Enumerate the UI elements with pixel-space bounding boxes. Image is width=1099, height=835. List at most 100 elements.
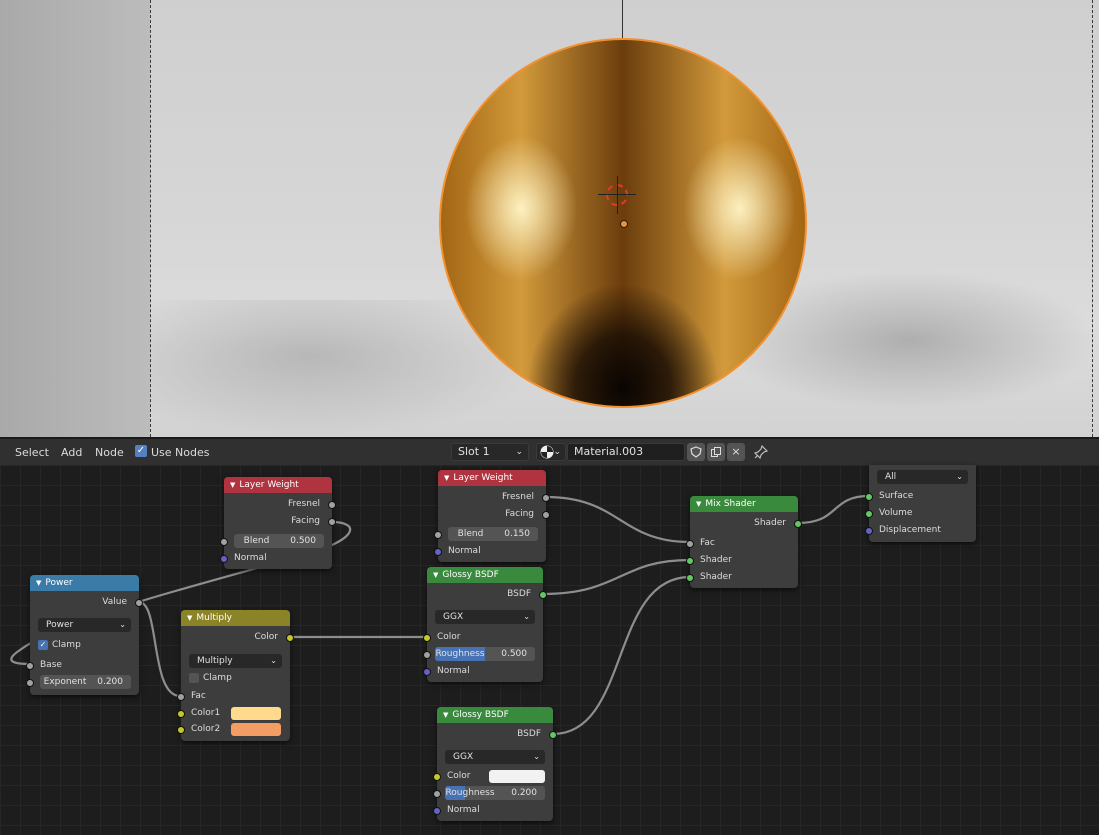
socket-dot[interactable] xyxy=(549,731,557,739)
node-glossy-bsdf-2[interactable]: ▼ Glossy BSDF BSDF GGX ⌄ Color Roughness 0.… xyxy=(433,707,557,821)
collapse-triangle-icon[interactable]: ▼ xyxy=(444,474,449,482)
roughness-slider[interactable]: Roughness 0.500 xyxy=(435,647,535,661)
output-value: Value xyxy=(30,594,143,610)
use-nodes-label[interactable]: Use Nodes xyxy=(151,446,210,459)
roughness-slider[interactable]: Roughness 0.200 xyxy=(445,786,545,800)
unlink-material-button[interactable]: × xyxy=(727,443,745,461)
socket-dot[interactable] xyxy=(542,511,550,519)
node-glossy-bsdf-1[interactable]: ▼ Glossy BSDF BSDF GGX ⌄ Color Roughness 0.… xyxy=(423,567,547,682)
node-mix-shader[interactable]: ▼ Mix Shader Shader Fac Shader Shader xyxy=(686,496,802,588)
node-header[interactable]: ▼ Layer Weight xyxy=(224,477,332,493)
socket-dot[interactable] xyxy=(539,591,547,599)
slot-dropdown[interactable]: Slot 1 ⌄ xyxy=(451,443,529,461)
color1-swatch[interactable] xyxy=(231,707,281,720)
socket-dot[interactable] xyxy=(286,634,294,642)
socket-dot[interactable] xyxy=(433,807,441,815)
operation-dropdown[interactable]: Power ⌄ xyxy=(38,618,131,632)
collapse-triangle-icon[interactable]: ▼ xyxy=(433,571,438,579)
output-bsdf: BSDF xyxy=(437,726,557,742)
socket-dot[interactable] xyxy=(26,662,34,670)
chevron-down-icon: ⌄ xyxy=(533,752,540,761)
target-dropdown[interactable]: All ⌄ xyxy=(877,470,968,484)
socket-dot[interactable] xyxy=(433,773,441,781)
socket-label: BSDF xyxy=(517,729,541,739)
distribution-dropdown[interactable]: GGX ⌄ xyxy=(445,750,545,764)
duplicate-material-button[interactable] xyxy=(707,443,725,461)
collapse-triangle-icon[interactable]: ▼ xyxy=(696,500,701,508)
color2-swatch[interactable] xyxy=(231,723,281,736)
blend-slider[interactable]: Blend 0.150 xyxy=(448,527,538,541)
socket-dot[interactable] xyxy=(177,710,185,718)
node-menu[interactable]: Node xyxy=(95,446,124,459)
node-title: Layer Weight xyxy=(239,480,299,490)
select-menu[interactable]: Select xyxy=(15,446,49,459)
node-layer-weight-1[interactable]: ▼ Layer Weight Fresnel Facing Blend 0.500 … xyxy=(220,477,336,569)
socket-dot[interactable] xyxy=(220,538,228,546)
collapse-triangle-icon[interactable]: ▼ xyxy=(187,614,192,622)
collapse-triangle-icon[interactable]: ▼ xyxy=(443,711,448,719)
add-menu[interactable]: Add xyxy=(61,446,82,459)
node-header[interactable]: ▼ Power xyxy=(30,575,139,591)
node-material-output[interactable]: All ⌄ Surface Volume Displacement xyxy=(865,465,976,542)
3d-viewport[interactable] xyxy=(0,0,1099,437)
socket-dot[interactable] xyxy=(328,501,336,509)
node-header[interactable]: ▼ Glossy BSDF xyxy=(437,707,553,723)
exponent-slider[interactable]: Exponent 0.200 xyxy=(40,675,131,689)
node-editor-header: Select Add Node ✓ Use Nodes Slot 1 ⌄ ⌄ M… xyxy=(0,437,1099,465)
socket-dot[interactable] xyxy=(865,493,873,501)
output-bsdf: BSDF xyxy=(427,586,547,602)
slot-value: Slot 1 xyxy=(458,445,490,458)
socket-dot[interactable] xyxy=(434,548,442,556)
use-nodes-checkbox-icon[interactable]: ✓ xyxy=(135,445,147,457)
node-power[interactable]: ▼ Power Value Power ⌄ ✓ Clamp Base Exponent… xyxy=(26,575,143,695)
object-origin-point[interactable] xyxy=(620,220,628,228)
clamp-row[interactable]: Clamp xyxy=(181,670,290,686)
3d-cursor-icon[interactable] xyxy=(598,176,636,214)
socket-dot[interactable] xyxy=(135,599,143,607)
collapse-triangle-icon[interactable]: ▼ xyxy=(36,579,41,587)
socket-dot[interactable] xyxy=(26,679,34,687)
socket-dot[interactable] xyxy=(542,494,550,502)
slider-label: Blend xyxy=(457,529,484,539)
socket-dot[interactable] xyxy=(177,693,185,701)
node-header[interactable]: ▼ Mix Shader xyxy=(690,496,798,512)
distribution-dropdown[interactable]: GGX ⌄ xyxy=(435,610,535,624)
pin-button[interactable] xyxy=(752,443,770,461)
socket-dot[interactable] xyxy=(433,790,441,798)
socket-dot[interactable] xyxy=(423,668,431,676)
input-color2: Color2 xyxy=(177,721,290,737)
output-color: Color xyxy=(181,629,294,645)
socket-dot[interactable] xyxy=(220,555,228,563)
node-header[interactable]: ▼ Layer Weight xyxy=(438,470,546,486)
socket-dot[interactable] xyxy=(794,520,802,528)
socket-label: Shader xyxy=(700,555,732,565)
socket-dot[interactable] xyxy=(177,726,185,734)
socket-dot[interactable] xyxy=(423,634,431,642)
node-header[interactable]: ▼ Glossy BSDF xyxy=(427,567,543,583)
fake-user-button[interactable] xyxy=(687,443,705,461)
socket-dot[interactable] xyxy=(686,540,694,548)
socket-dot[interactable] xyxy=(865,510,873,518)
socket-dot[interactable] xyxy=(423,651,431,659)
socket-dot[interactable] xyxy=(328,518,336,526)
socket-dot[interactable] xyxy=(686,574,694,582)
checkbox-icon[interactable]: ✓ xyxy=(38,640,48,650)
node-title: Glossy BSDF xyxy=(442,570,499,580)
blend-slider[interactable]: Blend 0.500 xyxy=(234,534,324,548)
socket-dot[interactable] xyxy=(865,527,873,535)
glossy-color-swatch[interactable] xyxy=(489,770,545,783)
node-multiply[interactable]: ▼ Multiply Color Multiply ⌄ Clamp Fac Colo… xyxy=(177,610,294,741)
material-name-field[interactable]: Material.003 xyxy=(567,443,685,461)
node-header[interactable]: ▼ Multiply xyxy=(181,610,290,626)
material-browse-button[interactable]: ⌄ xyxy=(536,443,566,461)
socket-label: Normal xyxy=(437,666,470,676)
node-layer-weight-2[interactable]: ▼ Layer Weight Fresnel Facing Blend 0.150 … xyxy=(434,470,550,562)
checkbox-icon[interactable] xyxy=(189,673,199,683)
socket-dot[interactable] xyxy=(686,557,694,565)
dropdown-value: GGX xyxy=(443,612,464,622)
chevron-down-icon: ⌄ xyxy=(523,612,530,621)
clamp-row[interactable]: ✓ Clamp xyxy=(30,637,139,653)
blend-type-dropdown[interactable]: Multiply ⌄ xyxy=(189,654,282,668)
collapse-triangle-icon[interactable]: ▼ xyxy=(230,481,235,489)
socket-dot[interactable] xyxy=(434,531,442,539)
